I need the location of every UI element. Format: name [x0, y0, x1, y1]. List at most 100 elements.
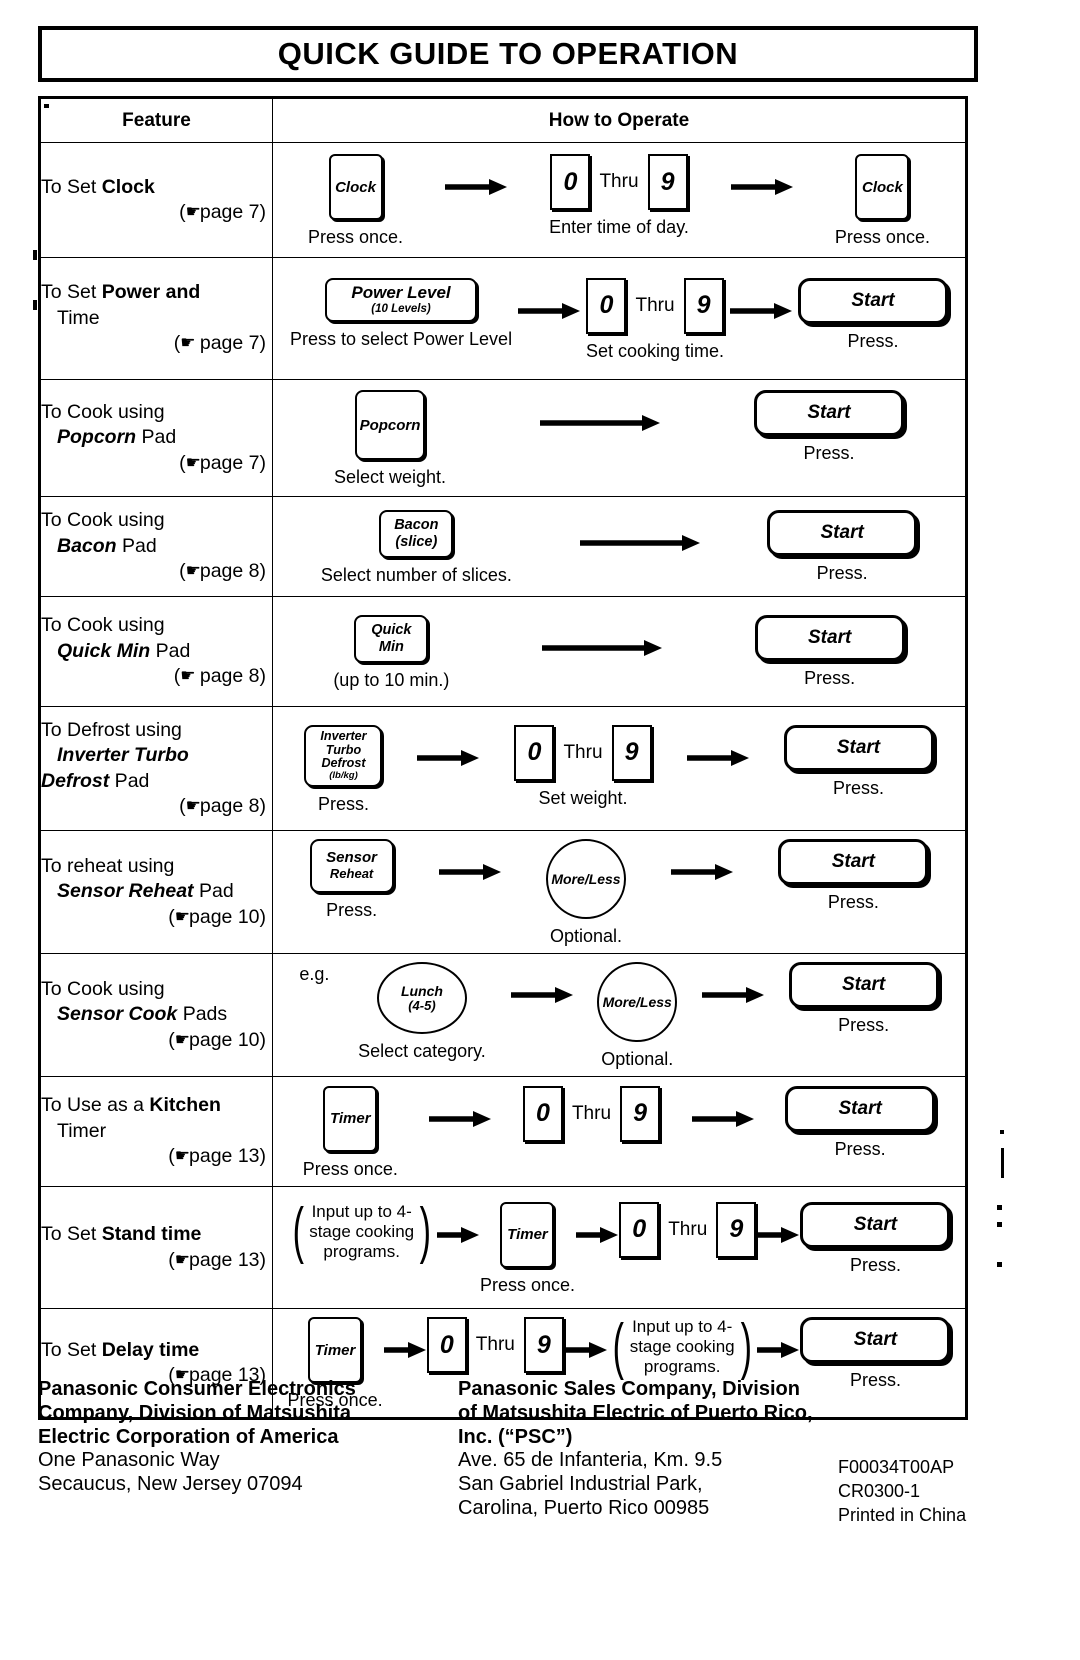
- flow-arrow-icon: [429, 1086, 492, 1152]
- keypad-timer-button[interactable]: Timer: [308, 1317, 363, 1383]
- page-reference[interactable]: (☛page 10): [41, 905, 272, 930]
- flow-arrow-icon: [445, 154, 508, 220]
- digit-zero-key[interactable]: 0: [514, 724, 555, 781]
- keypad-timer-button[interactable]: Timer: [500, 1201, 555, 1268]
- sensor-cook-lunch-button[interactable]: Lunch (4-5): [376, 962, 467, 1034]
- flow-step: Bacon (slice) Select number of slices.: [321, 509, 512, 586]
- more-less-button[interactable]: More/Less: [597, 962, 678, 1042]
- how-to-operate-cell: Clock Press once. 0 Thru 9 Enter time of day.…: [272, 142, 966, 258]
- keypad-bacon-button[interactable]: Bacon (slice): [379, 509, 454, 558]
- start-button[interactable]: Start: [767, 509, 918, 556]
- page-title-banner: QUICK GUIDE TO OPERATION: [38, 26, 978, 82]
- step-flow: Quick Min (up to 10 min.) Start Press.: [273, 607, 965, 697]
- step-caption: Select category.: [358, 1041, 486, 1061]
- scan-speck: [997, 1262, 1002, 1267]
- thru-label: Thru: [563, 741, 603, 763]
- feature-cell: To Cook using Popcorn Pad (☛page 7): [40, 379, 273, 497]
- flow-arrow-icon: [540, 390, 661, 456]
- digit-nine-key[interactable]: 9: [620, 1085, 661, 1142]
- how-to-operate-cell: Timer Press once. 0 Thru 9 Start Press.: [272, 1076, 966, 1187]
- how-to-operate-cell: Bacon (slice) Select number of slices. Star…: [272, 496, 966, 597]
- flow-step: Popcorn Select weight.: [334, 390, 446, 488]
- digit-nine-key[interactable]: 9: [611, 724, 652, 781]
- start-button[interactable]: Start: [753, 390, 904, 436]
- keypad-clock-button[interactable]: Clock: [328, 154, 383, 220]
- step-caption: (up to 10 min.): [333, 669, 450, 690]
- more-less-button[interactable]: More/Less: [545, 839, 626, 919]
- flow-arrow-icon: [542, 615, 663, 681]
- step-caption: Optional.: [549, 926, 622, 946]
- footer-line: Inc. (“PSC”): [458, 1425, 573, 1448]
- start-button[interactable]: Start: [797, 277, 948, 324]
- header-how-to-operate: How to Operate: [272, 98, 966, 143]
- start-button[interactable]: Start: [783, 724, 934, 771]
- keypad-clock-button[interactable]: Clock: [855, 154, 910, 220]
- start-button[interactable]: Start: [800, 1201, 951, 1248]
- digit-zero-key[interactable]: 0: [586, 277, 627, 334]
- digit-zero-key[interactable]: 0: [619, 1201, 660, 1258]
- feature-cell: To Cook using Sensor Cook Pads (☛page 10): [40, 953, 273, 1077]
- step-flow: Timer Press once. 0 Thru 9 Start Press.: [273, 1078, 965, 1186]
- multi-stage-note: (Input up to 4- stage cooking programs.): [288, 1196, 436, 1266]
- step-flow: Bacon (slice) Select number of slices. Star…: [273, 502, 965, 592]
- footer-line: Electric Corporation of America: [38, 1425, 339, 1448]
- step-caption: Press once.: [302, 1158, 398, 1179]
- digit-nine-key[interactable]: 9: [523, 1317, 564, 1373]
- start-button[interactable]: Start: [788, 962, 939, 1008]
- start-button[interactable]: Start: [785, 1085, 936, 1132]
- start-button[interactable]: Start: [778, 839, 929, 885]
- page-reference[interactable]: (☛page 7): [41, 200, 272, 225]
- feature-line: To reheat using: [41, 854, 175, 877]
- table-row: To Set Stand time (☛page 13)(Input up to …: [40, 1186, 966, 1309]
- flow-arrow-icon: [579, 510, 700, 576]
- page-reference[interactable]: (☛page 8): [41, 794, 272, 819]
- keypad-inverter-button[interactable]: Inverter Turbo Defrost (lb/kg): [304, 724, 383, 787]
- feature-line: Bacon Pad: [57, 534, 157, 557]
- flow-step: Start Press.: [797, 277, 948, 352]
- feature-line: To Set Power and: [41, 281, 201, 304]
- flow-step: Lunch (4-5) Select category.: [358, 962, 486, 1062]
- feature-cell: To Use as a Kitchen Timer (☛page 13): [40, 1076, 273, 1187]
- flow-step: (Input up to 4- stage cooking programs.): [608, 1311, 756, 1381]
- feature-line: To Set Stand time: [41, 1223, 202, 1246]
- page-reference[interactable]: (☛page 7): [41, 451, 272, 476]
- flow-step: Start Press.: [800, 1201, 951, 1276]
- digit-zero-key[interactable]: 0: [522, 1085, 563, 1142]
- thru-label: Thru: [475, 1334, 515, 1355]
- digit-zero-key[interactable]: 0: [426, 1317, 467, 1373]
- keypad-power-level-button[interactable]: Power Level (10 Levels): [325, 277, 478, 322]
- digit-zero-key[interactable]: 0: [550, 154, 591, 210]
- page-reference[interactable]: (☛page 13): [41, 1248, 272, 1273]
- page-reference[interactable]: (☛ page 7): [41, 331, 272, 356]
- keypad-timer-button[interactable]: Timer: [323, 1085, 378, 1152]
- flow-arrow-icon: [417, 725, 480, 791]
- step-caption: Optional.: [601, 1049, 674, 1069]
- table-row: To Set Power and Time (☛ page 7) Power Leve…: [40, 257, 966, 380]
- page-reference[interactable]: (☛page 13): [41, 1144, 272, 1169]
- digit-nine-key[interactable]: 9: [683, 277, 724, 334]
- step-caption: Enter time of day.: [549, 217, 689, 237]
- how-to-operate-cell: Popcorn Select weight. Start Press.: [272, 379, 966, 497]
- flow-step: 0 Thru 9: [426, 1317, 564, 1373]
- keypad-sensor-button[interactable]: Sensor Reheat: [309, 839, 394, 893]
- start-button[interactable]: Start: [754, 614, 905, 661]
- flow-arrow-icon: [510, 962, 573, 1028]
- digit-nine-key[interactable]: 9: [716, 1201, 757, 1258]
- step-flow: Power Level (10 Levels) Press to select Po…: [273, 270, 965, 368]
- flow-step: Clock Press once.: [835, 154, 930, 248]
- keypad-popcorn-button[interactable]: Popcorn: [355, 390, 426, 460]
- flow-step: 0 Thru 9: [619, 1201, 757, 1258]
- digit-range: 0 Thru 9: [586, 277, 724, 334]
- step-caption: Press.: [317, 793, 369, 814]
- feature-cell: To Set Stand time (☛page 13): [40, 1186, 273, 1309]
- keypad-quick-button[interactable]: Quick Min: [354, 614, 429, 663]
- footer-line: Panasonic Sales Company, Division: [458, 1378, 800, 1400]
- page-reference[interactable]: (☛page 10): [41, 1028, 272, 1053]
- page-reference[interactable]: (☛ page 8): [41, 664, 272, 689]
- start-button[interactable]: Start: [800, 1317, 951, 1363]
- bracket-open: (: [612, 1311, 625, 1381]
- digit-nine-key[interactable]: 9: [647, 154, 688, 210]
- bracket-open: (: [292, 1196, 304, 1266]
- step-caption: Press once.: [479, 1274, 575, 1295]
- page-reference[interactable]: (☛page 8): [41, 559, 272, 584]
